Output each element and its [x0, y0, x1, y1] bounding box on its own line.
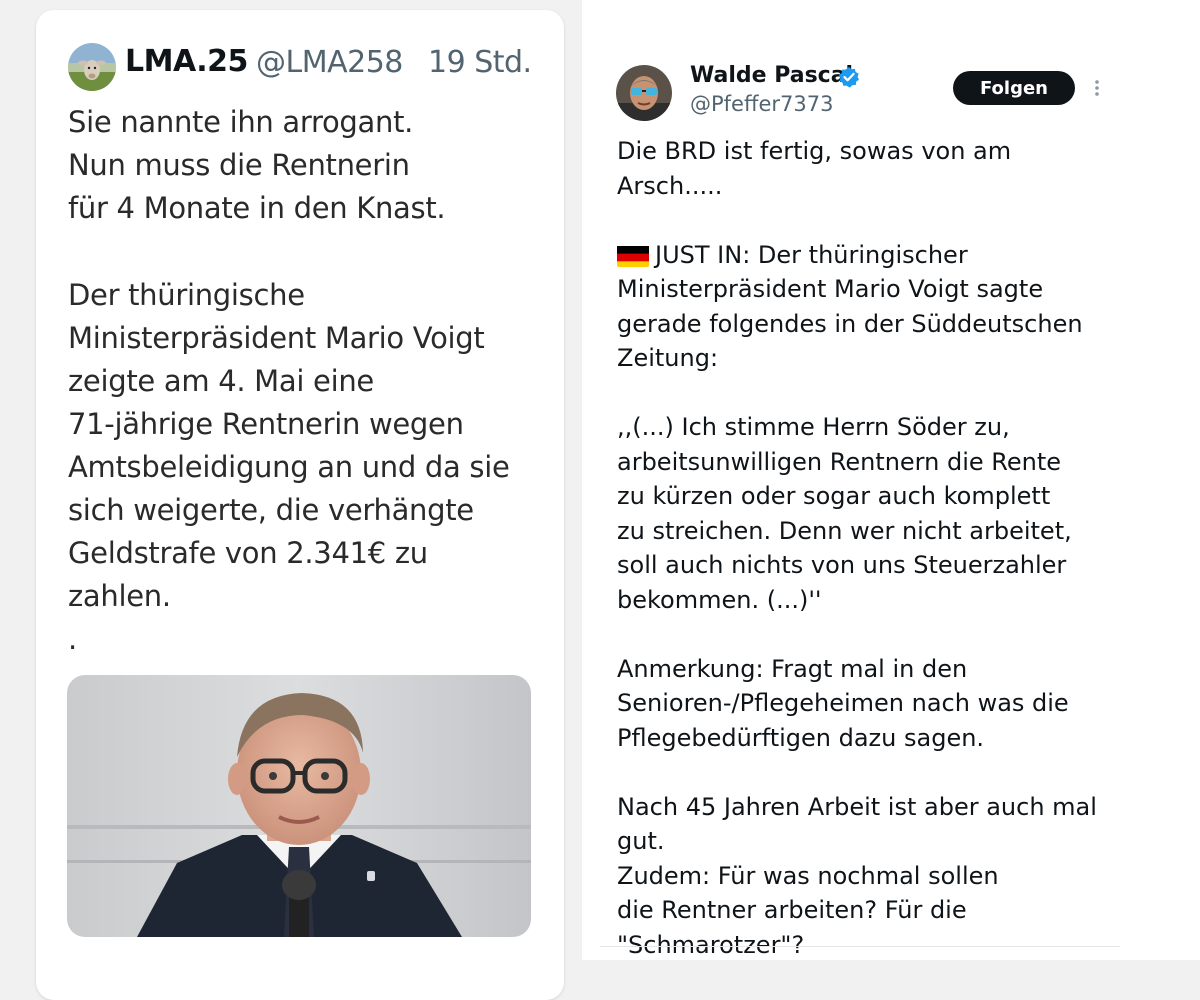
- left-author-handle[interactable]: @LMA258: [256, 45, 403, 80]
- right-text-line: Anmerkung: Fragt mal in den: [617, 654, 968, 683]
- right-text-line: ,,(...) Ich stimme Herrn Söder zu,: [617, 413, 1010, 441]
- right-text-line: gut.: [617, 827, 665, 855]
- right-text-line: Zeitung:: [617, 344, 719, 372]
- left-tweet-time[interactable]: 19 Std.: [428, 45, 532, 80]
- left-text-line: .: [68, 622, 77, 656]
- left-author-avatar[interactable]: [68, 43, 116, 91]
- right-tweet-text: Die BRD ist fertig, sowas von am Arsch..…: [617, 134, 1137, 962]
- right-author-handle[interactable]: @Pfeffer7373: [690, 92, 833, 116]
- left-text-line: Nun muss die Rentnerin: [68, 148, 410, 182]
- right-text-line: gerade folgendes in der Süddeutschen: [617, 309, 1083, 338]
- follow-button[interactable]: Folgen: [953, 71, 1075, 105]
- right-text-line-flag: JUST IN: Der thüringischer: [617, 238, 1137, 273]
- tweet-photo[interactable]: [67, 675, 531, 937]
- left-text-line: zahlen.: [68, 579, 171, 613]
- right-text-line: soll auch nichts von uns Steuerzahler: [617, 551, 1067, 579]
- left-text-line: sich weigerte, die verhängte: [68, 493, 474, 527]
- left-text-line: für 4 Monate in den Knast.: [68, 191, 446, 225]
- right-text-line: arbeitsunwilligen Rentnern die Rente: [617, 447, 1062, 476]
- right-text-line: "Schmarotzer"?: [617, 930, 805, 959]
- more-vertical-icon[interactable]: [1090, 78, 1104, 98]
- left-text-line: Der thüringische: [68, 278, 305, 312]
- left-text-line: Geldstrafe von 2.341€ zu: [68, 536, 428, 570]
- right-text-line: Die BRD ist fertig, sowas von am: [617, 137, 1012, 165]
- left-text-line: Ministerpräsident Mario Voigt: [68, 321, 485, 355]
- right-text-line: Nach 45 Jahren Arbeit ist aber auch mal: [617, 792, 1097, 821]
- right-author-name[interactable]: Walde Pascal: [690, 63, 853, 88]
- right-text-line: die Rentner arbeiten? Für die: [617, 896, 967, 924]
- right-author-avatar[interactable]: [616, 65, 672, 121]
- right-text-line: Zudem: Für was nochmal sollen: [617, 861, 999, 890]
- verified-badge-icon: [838, 66, 860, 88]
- right-text-line: Senioren-/Pflegeheimen nach was die: [617, 689, 1069, 717]
- right-text-line: Ministerpräsident Mario Voigt sagte: [617, 275, 1044, 303]
- left-text-line: 71-jährige Rentnerin wegen: [68, 407, 464, 441]
- divider: [600, 946, 1120, 947]
- left-text-line: Amtsbeleidigung an und da sie: [68, 450, 510, 484]
- right-text-line: zu streichen. Denn wer nicht arbeitet,: [617, 516, 1072, 545]
- right-text-line: Arsch.....: [617, 171, 723, 200]
- left-text-line: Sie nannte ihn arrogant.: [68, 105, 414, 139]
- left-tweet-text: Sie nannte ihn arrogant. Nun muss die Re…: [68, 101, 548, 661]
- germany-flag-icon: [617, 244, 649, 267]
- left-text-line: zeigte am 4. Mai eine: [68, 364, 374, 398]
- right-text-line: zu kürzen oder sogar auch komplett: [617, 482, 1051, 510]
- left-author-name[interactable]: LMA.25: [125, 44, 248, 79]
- right-text-line: Pflegebedürftigen dazu sagen.: [617, 723, 985, 752]
- right-text-line: bekommen. (...)'': [617, 585, 822, 614]
- right-text-line: JUST IN: Der thüringischer: [655, 240, 968, 269]
